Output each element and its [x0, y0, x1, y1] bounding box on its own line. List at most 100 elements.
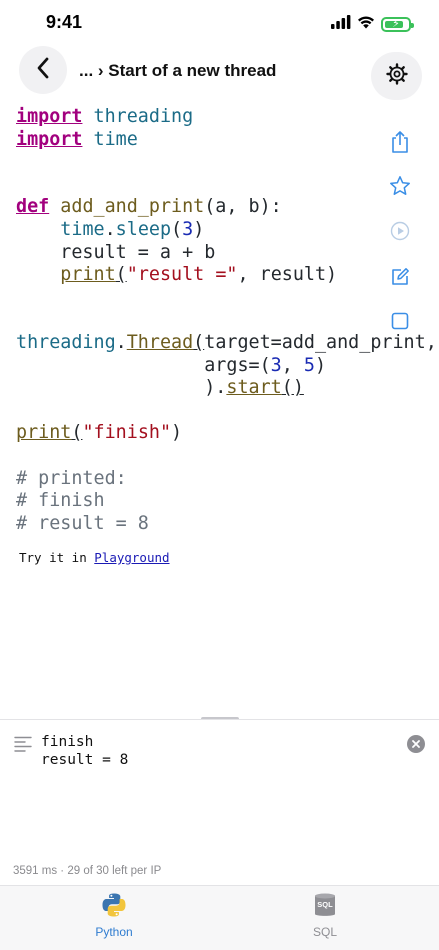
code-token: sleep: [115, 218, 172, 240]
code-token: time: [93, 128, 138, 150]
code-line: print("result =", result): [16, 264, 437, 287]
try-it-prefix: Try it in: [19, 550, 95, 565]
tab-python[interactable]: Python: [74, 892, 154, 939]
try-it-line: Try it in Playground: [19, 550, 170, 565]
code-token: .: [104, 218, 116, 240]
tab-python-label: Python: [95, 925, 133, 939]
chevron-left-icon: [36, 57, 50, 84]
code-token: ): [171, 422, 183, 444]
edit-button[interactable]: [386, 265, 414, 293]
code-token: 3: [270, 354, 282, 376]
code-token: ,: [281, 354, 304, 376]
code-line: result = a + b: [16, 242, 437, 265]
code-token: import: [16, 128, 83, 150]
code-token: (: [171, 218, 183, 240]
code-line: time.sleep(3): [16, 219, 437, 242]
code-token: (: [115, 264, 127, 286]
code-block: import threading import time def add_and_p…: [16, 106, 437, 535]
svg-text:SQL: SQL: [317, 900, 333, 909]
code-token: print: [60, 264, 116, 286]
code-token: 3: [182, 218, 194, 240]
code-token: # finish: [16, 490, 105, 512]
code-line: ).start(): [16, 377, 437, 400]
code-token: def: [16, 196, 50, 218]
text-lines-icon: [14, 736, 32, 757]
gear-icon: [385, 62, 408, 90]
code-token: Thread: [126, 331, 194, 353]
code-token: result = a + b: [16, 241, 216, 263]
wifi-icon: [357, 15, 375, 34]
code-token: (: [193, 331, 205, 353]
output-text: finish result = 8: [41, 734, 129, 768]
code-token: import: [16, 106, 83, 127]
code-token: # result = 8: [16, 512, 149, 534]
code-line: # printed:: [16, 468, 437, 491]
code-line: def add_and_print(a, b):: [16, 196, 437, 219]
code-token: ): [193, 218, 205, 240]
battery-charging-icon: ⚡: [381, 17, 414, 32]
status-icons: ⚡: [331, 15, 414, 34]
select-button[interactable]: [386, 309, 414, 337]
code-token: 5: [303, 354, 315, 376]
code-line: threading.Thread(target=add_and_print,: [16, 332, 437, 355]
code-token: , result): [237, 264, 338, 286]
code-token: (): [281, 377, 304, 399]
code-token: ): [314, 354, 327, 376]
favorite-button[interactable]: [386, 174, 414, 202]
code-line: args=(3, 5): [16, 355, 437, 378]
tab-bar: Python SQL SQL: [0, 885, 439, 950]
code-token: (a, b):: [204, 196, 282, 218]
status-time: 9:41: [46, 12, 83, 32]
back-button[interactable]: [19, 46, 67, 94]
code-line: import time: [16, 129, 437, 152]
tab-sql-label: SQL: [312, 925, 337, 939]
code-line: print("finish"): [16, 422, 437, 445]
code-token: print: [16, 422, 72, 444]
share-icon: [390, 130, 410, 159]
playground-link[interactable]: Playground: [94, 550, 169, 565]
code-token: # printed:: [16, 467, 127, 489]
output-panel: finish result = 8 3591 ms · 29 of 30 lef…: [0, 719, 439, 886]
code-token: add_and_print: [60, 196, 205, 218]
code-token: "result =": [126, 264, 238, 286]
code-token: time: [60, 218, 105, 240]
python-icon: [101, 892, 127, 923]
code-token: ).: [16, 377, 227, 399]
run-button[interactable]: [386, 219, 414, 247]
code-token: start: [226, 377, 282, 399]
code-line: import threading: [16, 106, 437, 129]
square-icon: [391, 312, 409, 335]
star-icon: [389, 175, 411, 202]
cellular-signal-icon: [331, 15, 351, 34]
sql-database-icon: SQL: [314, 892, 336, 923]
code-token: threading: [16, 331, 116, 353]
settings-button[interactable]: [371, 52, 422, 100]
code-line: # result = 8: [16, 513, 437, 536]
tab-sql[interactable]: SQL SQL: [285, 892, 365, 939]
breadcrumb[interactable]: ... › Start of a new thread: [79, 61, 276, 81]
code-token: "finish": [82, 422, 172, 444]
close-output-button[interactable]: [407, 735, 425, 753]
close-icon: [412, 735, 420, 753]
code-token: args=(: [16, 354, 271, 376]
code-token: threading: [93, 106, 194, 127]
run-meta: 3591 ms · 29 of 30 left per IP: [13, 865, 162, 877]
status-bar: 9:41 ⚡: [0, 0, 439, 50]
play-circle-icon: [390, 221, 410, 246]
code-line: # finish: [16, 490, 437, 513]
code-token: (: [71, 422, 83, 444]
edit-icon: [390, 267, 410, 292]
share-button[interactable]: [386, 130, 414, 158]
code-token: .: [115, 331, 127, 353]
